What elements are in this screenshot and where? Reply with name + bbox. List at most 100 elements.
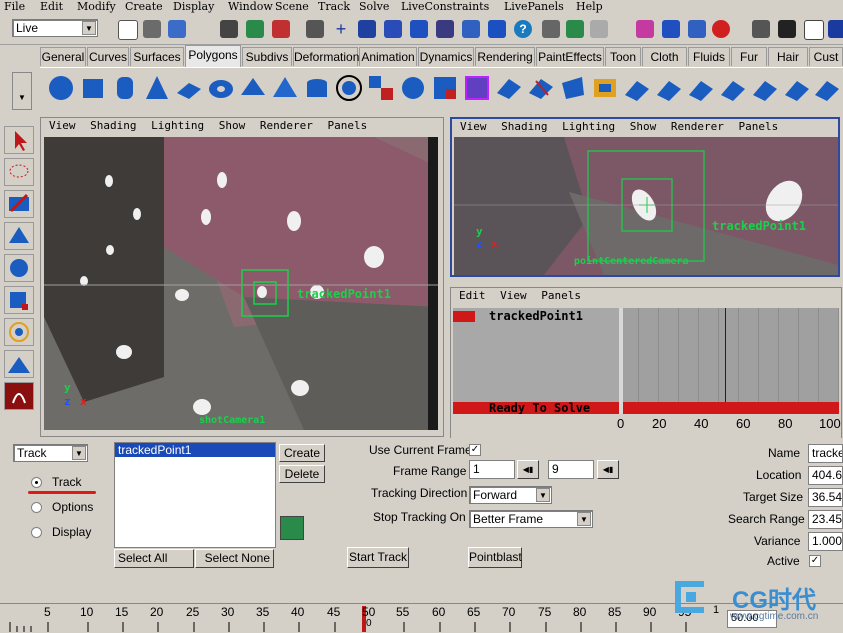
menu-modify[interactable]: Modify: [77, 0, 116, 13]
start-track-button[interactable]: Start Track: [347, 547, 409, 568]
radio-options[interactable]: [31, 502, 42, 513]
layout-icon[interactable]: [828, 20, 843, 38]
vp-menu-shading[interactable]: Shading: [90, 119, 136, 132]
select-tool[interactable]: [4, 126, 34, 154]
lock-icon[interactable]: [542, 20, 560, 38]
cut-faces-icon[interactable]: [622, 73, 652, 103]
tab-subdivs[interactable]: Subdivs: [242, 47, 292, 66]
snap-curve-icon[interactable]: [358, 20, 376, 38]
vp2-menu-view[interactable]: View: [460, 120, 487, 133]
arrow-right-icon[interactable]: [778, 20, 796, 38]
select-component-icon[interactable]: [272, 20, 290, 38]
shot-camera-view[interactable]: trackedPoint1 shotCamera1 y z x: [44, 137, 438, 430]
construction-history-icon[interactable]: [462, 20, 480, 38]
tab-deformation[interactable]: Deformation: [293, 47, 359, 66]
viewport-shot-camera[interactable]: View Shading Lighting Show Renderer Pane…: [40, 117, 444, 437]
delete-button[interactable]: Delete: [279, 465, 325, 483]
curve-tool-icon[interactable]: [636, 20, 654, 38]
move-tool[interactable]: [4, 222, 34, 250]
tab-surfaces[interactable]: Surfaces: [130, 47, 184, 66]
paint-select-tool[interactable]: [4, 190, 34, 218]
active-checkbox[interactable]: ✓: [809, 555, 821, 567]
location-field[interactable]: 404.64: [808, 466, 843, 485]
scale-tool[interactable]: [4, 286, 34, 314]
manipulator-tool[interactable]: [4, 318, 34, 346]
bevel-icon[interactable]: [654, 73, 684, 103]
stop-tracking-dropdown[interactable]: Better Frame ▼: [469, 510, 593, 528]
panel-mode-dropdown[interactable]: Track ▼: [13, 444, 88, 462]
tab-cloth[interactable]: Cloth: [642, 47, 687, 66]
menu-help[interactable]: Help: [576, 0, 603, 13]
chamfer-icon[interactable]: [812, 73, 842, 103]
open-scene-icon[interactable]: [143, 20, 161, 38]
graph-menu-edit[interactable]: Edit: [459, 289, 486, 302]
extrude-edge-icon[interactable]: [558, 73, 588, 103]
menu-edit[interactable]: Edit: [40, 0, 63, 13]
separate-icon[interactable]: [398, 73, 428, 103]
use-current-frame-checkbox[interactable]: ✓: [469, 444, 481, 456]
frame-end-field[interactable]: 9: [548, 460, 594, 479]
graph-point-name[interactable]: trackedPoint1: [489, 309, 583, 323]
poly-prism-icon[interactable]: [238, 73, 268, 103]
snap-point-icon[interactable]: [384, 20, 402, 38]
vp2-menu-renderer[interactable]: Renderer: [671, 120, 724, 133]
poly-helix-icon[interactable]: [334, 73, 364, 103]
menu-track[interactable]: Track: [318, 0, 350, 13]
list-item[interactable]: trackedPoint1: [115, 443, 275, 457]
tracked-points-list[interactable]: trackedPoint1: [114, 442, 276, 548]
select-none-button[interactable]: Select None: [195, 549, 274, 568]
create-button[interactable]: Create: [279, 444, 325, 462]
tab-hair[interactable]: Hair: [768, 47, 808, 66]
vp-menu-show[interactable]: Show: [219, 119, 246, 132]
menu-file[interactable]: File: [4, 0, 25, 13]
vp-menu-view[interactable]: View: [49, 119, 76, 132]
make-live-icon[interactable]: [436, 20, 454, 38]
pick-point-icon[interactable]: [280, 516, 304, 540]
help-icon[interactable]: ?: [514, 20, 532, 38]
vp2-menu-shading[interactable]: Shading: [501, 120, 547, 133]
poke-icon[interactable]: [782, 73, 812, 103]
poly-sphere-icon[interactable]: [46, 73, 76, 103]
menu-window[interactable]: Window: [228, 0, 273, 13]
frame-start-step-icon[interactable]: ◀▮: [517, 460, 539, 479]
extrude-face-icon[interactable]: [526, 73, 556, 103]
extract-icon[interactable]: [430, 73, 460, 103]
live-tool[interactable]: [4, 382, 34, 410]
frame-start-field[interactable]: 1: [469, 460, 515, 479]
graph-area[interactable]: trackedPoint1 Ready To Solve 0 20 40 60 …: [453, 308, 841, 434]
graph-menu-panels[interactable]: Panels: [541, 289, 581, 302]
tab-animation[interactable]: Animation: [359, 47, 417, 66]
combine-icon[interactable]: [366, 73, 396, 103]
graph-menu-view[interactable]: View: [500, 289, 527, 302]
menu-solve[interactable]: Solve: [359, 0, 389, 13]
poly-cylinder-icon[interactable]: [110, 73, 140, 103]
menu-display[interactable]: Display: [173, 0, 214, 13]
filter-icon[interactable]: [306, 20, 324, 38]
vp-menu-renderer[interactable]: Renderer: [260, 119, 313, 132]
merge-icon[interactable]: [686, 73, 716, 103]
ik-icon[interactable]: [662, 20, 680, 38]
vp2-menu-lighting[interactable]: Lighting: [562, 120, 615, 133]
soft-mod-tool[interactable]: [4, 350, 34, 378]
target-size-field[interactable]: 36.540: [808, 488, 843, 507]
wedge-icon[interactable]: [750, 73, 780, 103]
vp-menu-lighting[interactable]: Lighting: [151, 119, 204, 132]
tab-curves[interactable]: Curves: [87, 47, 129, 66]
lasso-tool[interactable]: [4, 158, 34, 186]
poly-torus-icon[interactable]: [206, 73, 236, 103]
search-range-field[interactable]: 23.454: [808, 510, 843, 529]
new-scene-icon[interactable]: [118, 20, 138, 40]
smooth-icon[interactable]: [462, 73, 492, 103]
tab-fur[interactable]: Fur: [731, 47, 767, 66]
radio-display[interactable]: [31, 527, 42, 538]
poly-cube-icon[interactable]: [78, 73, 108, 103]
camera-icon[interactable]: [566, 20, 584, 38]
joint-icon[interactable]: [688, 20, 706, 38]
viewport-point-centered-camera[interactable]: View Shading Lighting Show Renderer Pane…: [450, 117, 840, 277]
rotate-tool[interactable]: [4, 254, 34, 282]
tab-cust[interactable]: Cust: [809, 47, 843, 66]
frame-end-step-icon[interactable]: ◀▮: [597, 460, 619, 479]
save-scene-icon[interactable]: [168, 20, 186, 38]
tab-painteffects[interactable]: PaintEffects: [536, 47, 604, 66]
tracking-direction-dropdown[interactable]: Forward ▼: [469, 486, 552, 504]
